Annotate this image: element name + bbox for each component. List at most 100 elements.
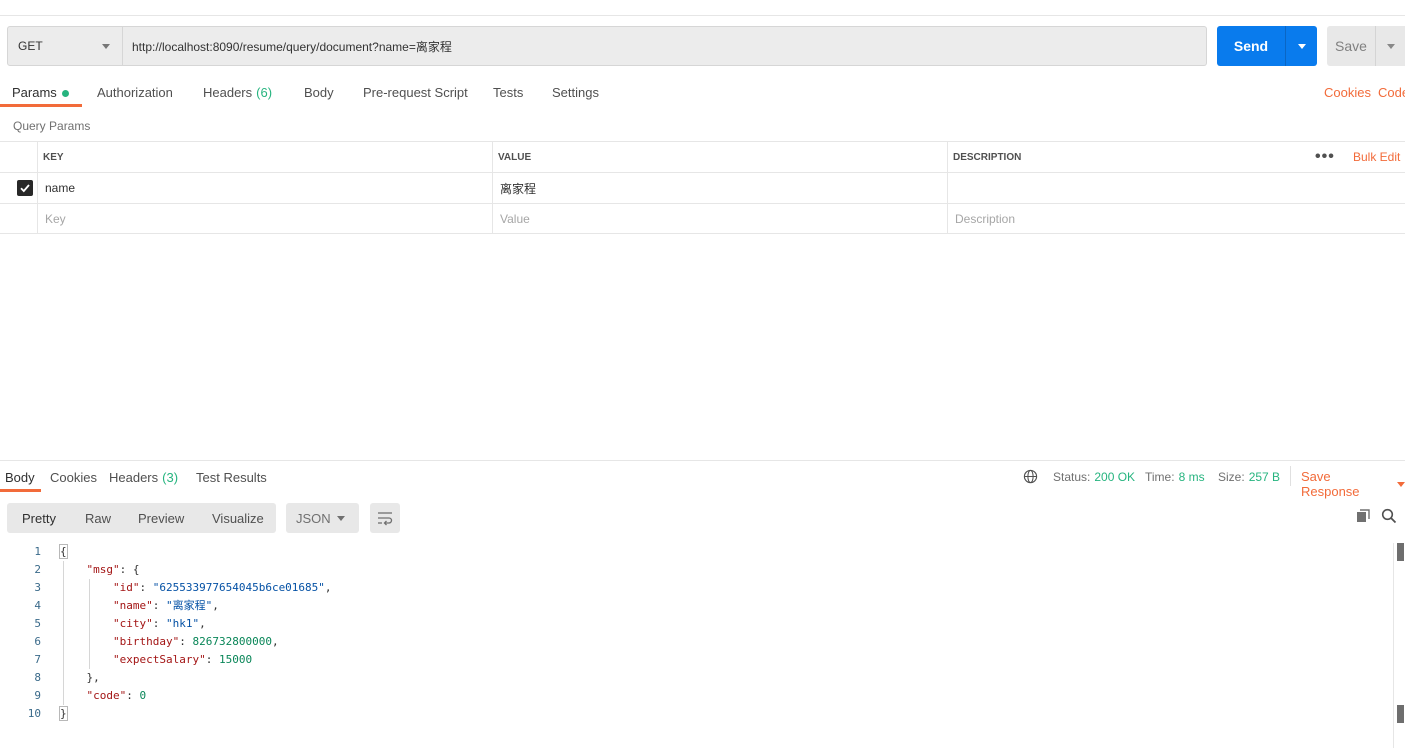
table-row: name 离家程	[0, 172, 1405, 203]
tab-headers[interactable]: Headers (6)	[203, 80, 272, 109]
response-tab-test-results[interactable]: Test Results	[196, 470, 267, 485]
format-label: JSON	[296, 510, 331, 526]
size-meta: Size: 257 B	[1218, 470, 1280, 484]
save-dropdown-button[interactable]	[1375, 26, 1405, 66]
format-select[interactable]: JSON	[286, 503, 359, 533]
tab-authorization[interactable]: Authorization	[97, 80, 173, 109]
globe-icon[interactable]	[1023, 469, 1038, 484]
tab-count: (3)	[162, 470, 179, 485]
status-value: 200 OK	[1094, 470, 1136, 484]
cookies-link[interactable]: Cookies	[1324, 85, 1371, 100]
line-number: 10	[27, 707, 41, 720]
code-line: 8 },	[0, 669, 1393, 687]
tab-label: Params	[12, 85, 57, 100]
column-header-description: DESCRIPTION	[953, 151, 1022, 163]
code-line: 6 "birthday": 826732800000,	[0, 633, 1393, 651]
send-button[interactable]: Send	[1217, 26, 1285, 66]
status-label: Status:	[1053, 470, 1091, 484]
param-enabled-checkbox[interactable]	[17, 180, 33, 196]
json-number: 15000	[218, 653, 253, 666]
line-number: 8	[34, 671, 41, 684]
table-row-new: Key Value Description	[0, 203, 1405, 234]
more-options-icon[interactable]: •••	[1315, 142, 1335, 172]
size-label: Size:	[1218, 470, 1245, 484]
chevron-down-icon	[1386, 43, 1395, 49]
code-line: 9 "code": 0	[0, 687, 1393, 705]
tab-label: Headers	[203, 85, 253, 100]
json-key: "msg"	[86, 563, 120, 576]
column-header-value: VALUE	[498, 151, 532, 163]
json-key: "name"	[112, 599, 153, 612]
response-tab-body[interactable]: Body	[5, 470, 35, 485]
new-key-input[interactable]: Key	[45, 204, 66, 234]
save-response-button[interactable]: Save Response	[1301, 469, 1405, 499]
column-header-key: KEY	[43, 151, 64, 163]
active-tab-indicator	[0, 104, 82, 107]
wrap-icon	[378, 512, 393, 526]
query-params-title: Query Params	[13, 119, 91, 133]
active-response-tab-indicator	[0, 489, 41, 492]
json-key: "id"	[112, 581, 140, 594]
code-link[interactable]: Code	[1378, 85, 1405, 100]
response-tab-cookies[interactable]: Cookies	[50, 470, 97, 485]
tab-count: (6)	[256, 85, 273, 100]
view-mode-pretty[interactable]: Pretty	[22, 503, 56, 533]
line-number: 5	[34, 617, 41, 630]
tab-body[interactable]: Body	[304, 80, 334, 109]
query-params-table: KEY VALUE DESCRIPTION ••• Bulk Edit name…	[0, 141, 1405, 234]
tab-settings[interactable]: Settings	[552, 80, 599, 109]
json-string: "625533977654045b6ce01685"	[152, 581, 325, 594]
view-mode-preview[interactable]: Preview	[138, 503, 184, 533]
save-response-label: Save Response	[1301, 469, 1360, 499]
bulk-edit-link[interactable]: Bulk Edit	[1353, 142, 1400, 172]
time-meta: Time: 8 ms	[1145, 470, 1205, 484]
tab-label: Headers	[109, 470, 159, 485]
code-line: 3 "id": "625533977654045b6ce01685",	[0, 579, 1393, 597]
tab-pre-request-script[interactable]: Pre-request Script	[363, 80, 468, 109]
line-number: 7	[34, 653, 41, 666]
code-line: 5 "city": "hk1",	[0, 615, 1393, 633]
new-value-input[interactable]: Value	[500, 204, 530, 234]
json-key: "city"	[112, 617, 153, 630]
code-line: 1{	[0, 543, 1393, 561]
json-string: "离家程"	[165, 599, 213, 612]
tab-label: Cookies	[50, 470, 97, 485]
chevron-down-icon	[1397, 481, 1405, 487]
url-input[interactable]: http://localhost:8090/resume/query/docum…	[123, 26, 1207, 66]
wrap-lines-button[interactable]	[370, 503, 400, 533]
line-number: 4	[34, 599, 41, 612]
param-key-cell[interactable]: name	[45, 173, 75, 203]
send-button-group: Send	[1217, 26, 1317, 66]
line-number: 2	[34, 563, 41, 576]
json-number: 826732800000	[192, 635, 272, 648]
param-value-cell[interactable]: 离家程	[500, 173, 536, 203]
save-button[interactable]: Save	[1327, 26, 1375, 66]
divider	[1290, 466, 1291, 486]
tab-label: Pre-request Script	[363, 85, 468, 100]
chevron-down-icon	[102, 44, 110, 49]
tab-label: Test Results	[196, 470, 267, 485]
search-icon[interactable]	[1381, 508, 1397, 524]
request-tabs: Params Authorization Headers (6) Body Pre…	[0, 80, 1405, 109]
copy-icon[interactable]	[1355, 508, 1371, 524]
checkmark-icon	[20, 184, 30, 193]
active-dot-icon	[61, 90, 69, 97]
response-code-view[interactable]: 1{ 2 "msg": { 3 "id": "625533977654045b6…	[0, 543, 1393, 723]
json-key: "code"	[86, 689, 127, 702]
status-meta: Status: 200 OK	[1053, 470, 1135, 484]
time-label: Time:	[1145, 470, 1175, 484]
send-dropdown-button[interactable]	[1285, 26, 1317, 66]
tab-tests[interactable]: Tests	[493, 80, 523, 109]
view-mode-visualize[interactable]: Visualize	[212, 503, 264, 533]
response-tab-headers[interactable]: Headers (3)	[109, 470, 178, 485]
json-string: "hk1"	[165, 617, 200, 630]
new-description-input[interactable]: Description	[955, 204, 1015, 234]
method-select[interactable]: GET	[7, 26, 123, 66]
tab-label: Tests	[493, 85, 524, 100]
line-number: 6	[34, 635, 41, 648]
json-key: "expectSalary"	[112, 653, 206, 666]
method-label: GET	[18, 39, 43, 53]
tab-label: Body	[304, 85, 334, 100]
view-mode-raw[interactable]: Raw	[85, 503, 111, 533]
code-line: 10}	[0, 705, 1393, 723]
